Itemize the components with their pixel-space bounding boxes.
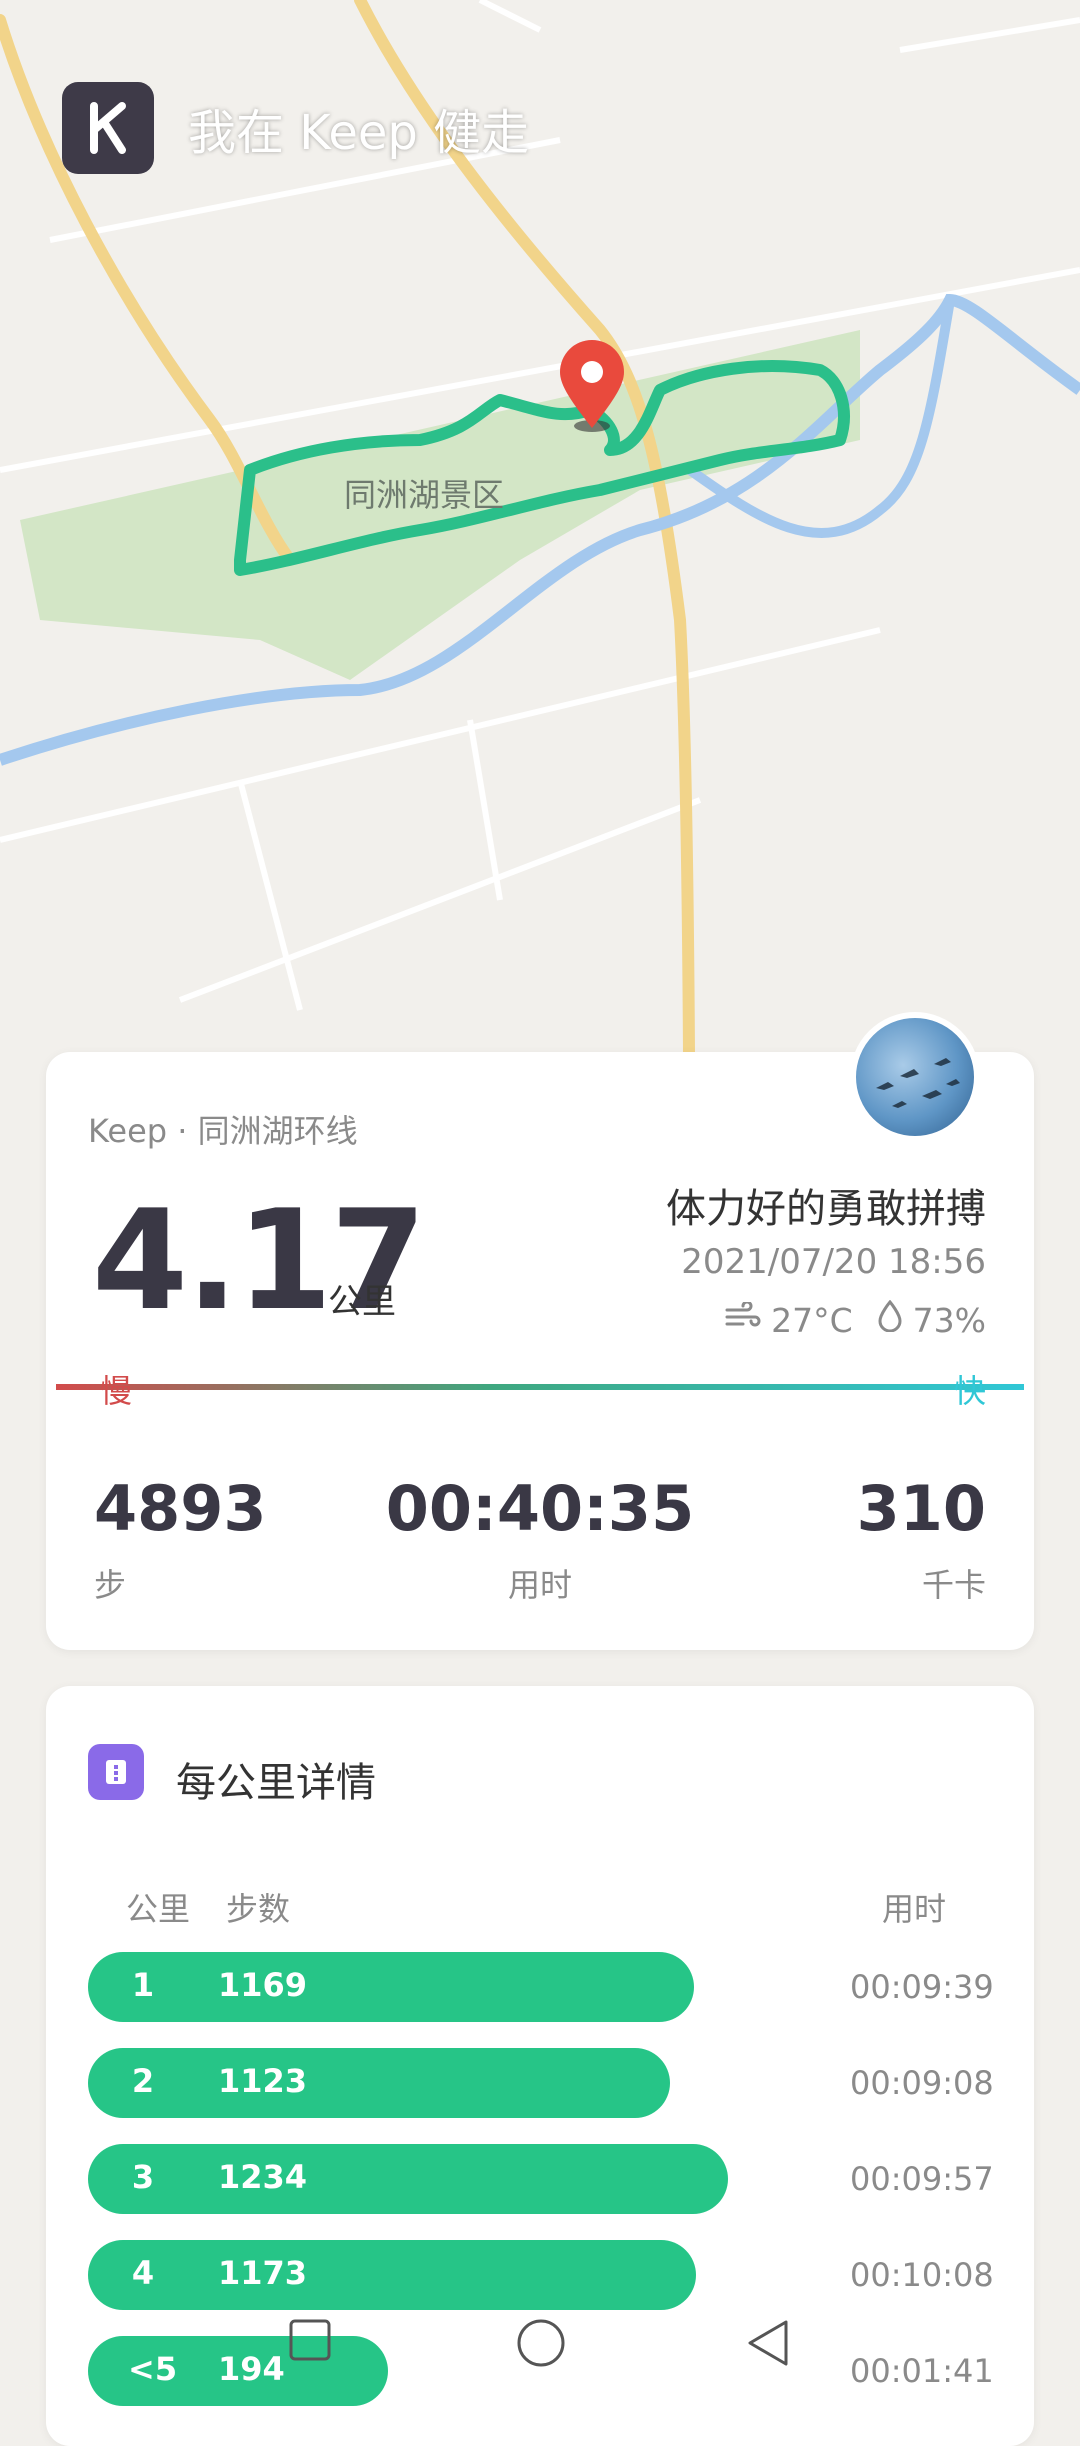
km-time: 00:09:39 — [850, 1968, 994, 2006]
km-index: 4 — [131, 2254, 155, 2292]
keep-logo — [62, 82, 154, 174]
km-steps-bar — [88, 1952, 694, 2022]
temperature: 27°C — [771, 1300, 853, 1340]
avatar[interactable] — [850, 1012, 980, 1142]
duration-label: 用时 — [507, 1566, 572, 1604]
km-steps: 1123 — [218, 2062, 308, 2100]
km-steps: 1169 — [218, 1966, 308, 2004]
speed-gradient-bar — [56, 1384, 1024, 1390]
humidity: 73% — [912, 1300, 986, 1340]
route-name: Keep · 同洲湖环线 — [88, 1112, 358, 1150]
km-time: 00:01:41 — [850, 2352, 994, 2390]
nav-square-icon[interactable] — [288, 2318, 332, 2366]
workout-summary-card: Keep · 同洲湖环线 4.17 公里 体力好的勇敢拼搏 2021/07/20… — [46, 1052, 1034, 1650]
nav-home-icon[interactable] — [516, 2318, 566, 2372]
km-index: 2 — [131, 2062, 155, 2100]
workout-datetime: 2021/07/20 18:56 — [681, 1242, 986, 1282]
km-steps: 194 — [218, 2350, 285, 2388]
nav-back-icon[interactable] — [746, 2318, 790, 2372]
humidity-icon — [877, 1299, 903, 1340]
km-steps: 1234 — [218, 2158, 308, 2196]
header-km: 公里 — [126, 1890, 191, 1928]
header-time: 用时 — [882, 1890, 947, 1928]
wind-icon — [725, 1300, 761, 1340]
km-index: <5 — [128, 2350, 178, 2388]
distance-unit: 公里 — [328, 1282, 396, 1322]
speed-slow-label: 慢 — [100, 1372, 133, 1410]
calories-value: 310 — [856, 1472, 986, 1545]
km-steps-bar — [88, 2048, 670, 2118]
weather-info: 27°C 73% — [725, 1299, 986, 1340]
km-steps-bar — [88, 2144, 728, 2214]
header-steps: 步数 — [226, 1890, 291, 1928]
km-time: 00:09:08 — [850, 2064, 994, 2102]
workout-title: 体力好的勇敢拼搏 — [666, 1186, 986, 1232]
km-index: 1 — [131, 1966, 155, 2004]
km-time: 00:09:57 — [850, 2160, 994, 2198]
app-brand: 我在 Keep 健走 — [62, 82, 529, 174]
page-title: 我在 Keep 健走 — [188, 105, 530, 161]
km-time: 00:10:08 — [850, 2256, 994, 2294]
calories-label: 千卡 — [921, 1566, 986, 1604]
map-place-label: 同洲湖景区 — [344, 476, 505, 514]
km-steps-bar — [88, 2240, 696, 2310]
km-steps: 1173 — [218, 2254, 308, 2292]
speed-fast-label: 快 — [953, 1372, 986, 1410]
km-index: 3 — [131, 2158, 155, 2196]
per-km-title: 每公里详情 — [176, 1760, 376, 1806]
list-icon — [88, 1744, 144, 1800]
